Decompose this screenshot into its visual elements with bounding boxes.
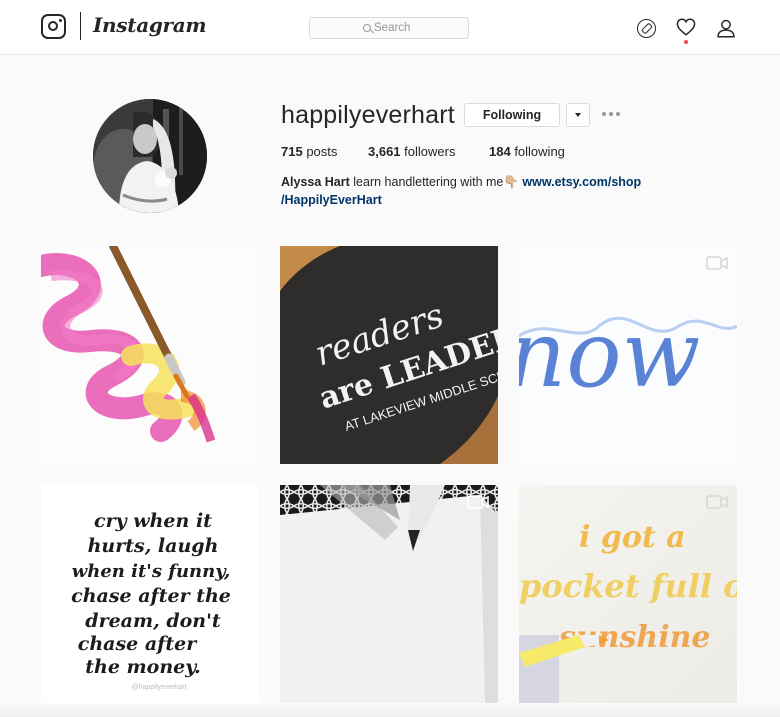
post-thumbnail[interactable]: readers are LEADERS AT LAKEVIEW MIDDLE S…	[280, 246, 498, 464]
followers-count-value: 3,661	[368, 144, 401, 159]
post-image-yellow-lettering: i got a pocket full of sunshine	[519, 485, 737, 703]
post-image-quote: cry when it hurts, laugh when it's funny…	[41, 485, 259, 703]
more-options-icon[interactable]	[602, 106, 622, 122]
post-4-watermark: @happilyeverhart	[132, 684, 187, 691]
post-4-line-5: dream, don't	[85, 610, 221, 632]
followers-count[interactable]: 3,661 followers	[368, 144, 455, 159]
bio-text: learn handlettering with me👇🏼	[349, 175, 523, 189]
followers-label: followers	[400, 144, 456, 159]
post-thumbnail[interactable]: cry when it hurts, laugh when it's funny…	[41, 485, 259, 703]
post-6-line-2: pocket full of	[519, 567, 737, 605]
following-button[interactable]: Following	[464, 103, 560, 127]
post-3-lettering: now	[519, 301, 700, 408]
following-label: following	[510, 144, 565, 159]
post-4-line-3: when it's funny,	[72, 561, 230, 582]
post-thumbnail[interactable]	[41, 246, 259, 464]
post-4-line-4: chase after the	[71, 585, 231, 607]
bio-link-line1: www.etsy.com/shop	[522, 175, 642, 189]
instagram-wordmark[interactable]: Instagram	[93, 13, 207, 37]
post-thumbnail[interactable]: i got a pocket full of sunshine	[519, 485, 737, 703]
heart-icon[interactable]	[676, 18, 696, 36]
post-thumbnail[interactable]: now	[519, 246, 737, 464]
logo-divider	[80, 12, 81, 40]
compass-icon[interactable]	[637, 19, 656, 38]
post-4-line-1: cry when it	[94, 510, 212, 532]
profile-icon[interactable]	[716, 18, 736, 38]
posts-label: posts	[302, 144, 338, 159]
profile-username: happilyeverhart	[281, 101, 455, 129]
following-count[interactable]: 184 following	[489, 144, 565, 159]
post-image-chalkboard: readers are LEADERS AT LAKEVIEW MIDDLE S…	[280, 246, 498, 464]
profile-full-name: Alyssa Hart	[281, 175, 350, 189]
video-icon	[706, 256, 728, 270]
bottom-shadow	[0, 705, 780, 717]
notification-dot	[684, 40, 688, 44]
post-4-line-7: the money.	[85, 656, 200, 678]
top-navigation-bar: Instagram	[0, 0, 780, 55]
post-4-line-6: chase after	[78, 633, 198, 655]
search-icon	[363, 24, 371, 32]
caret-down-icon	[575, 113, 581, 117]
video-icon	[467, 495, 489, 509]
post-image-blue-lettering: now	[519, 246, 737, 464]
suggestions-dropdown-button[interactable]	[566, 103, 590, 127]
search-input[interactable]	[374, 19, 464, 37]
post-thumbnail[interactable]	[280, 485, 498, 703]
instagram-logo-icon[interactable]	[41, 14, 66, 39]
video-icon	[706, 495, 728, 509]
posts-count-value: 715	[281, 144, 303, 159]
bio-link-line2: /HappilyEverHart	[281, 192, 382, 207]
posts-count: 715 posts	[281, 144, 337, 159]
search-box[interactable]	[309, 17, 469, 39]
profile-avatar	[93, 99, 207, 213]
post-6-line-1: i got a	[579, 520, 686, 555]
video-icon	[228, 256, 250, 270]
post-4-line-2: hurts, laugh	[88, 535, 219, 557]
profile-bio: Alyssa Hart learn handlettering with me👇…	[281, 174, 681, 209]
post-image-pen-on-paper	[280, 485, 498, 703]
post-image-watercolor-loops	[41, 246, 259, 464]
following-count-value: 184	[489, 144, 511, 159]
